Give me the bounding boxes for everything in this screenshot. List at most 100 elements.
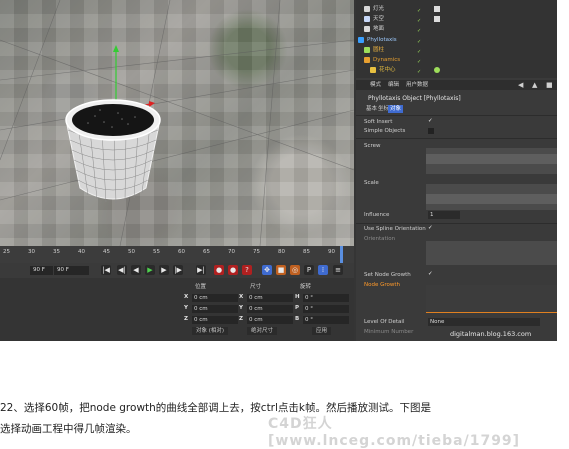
dynamics-icon (364, 56, 370, 63)
timeline-ruler[interactable]: 25 30 35 40 45 50 55 60 65 70 75 80 85 9… (0, 246, 354, 263)
step-back-icon[interactable]: ◀ (131, 265, 141, 275)
tag-icon[interactable] (434, 16, 440, 22)
end-frame-field[interactable]: 90 F (54, 266, 89, 275)
material-tag-icon[interactable] (434, 67, 440, 73)
axis-label: P (295, 305, 300, 311)
use-spline-orientation-checkbox[interactable]: ✓ (428, 225, 433, 231)
rotation-key-icon[interactable]: ◎ (290, 265, 300, 275)
scale-spline-graph[interactable] (426, 184, 557, 210)
object-mode-dropdown[interactable]: 对象 (相对) (192, 327, 229, 335)
tick-label: 40 (78, 249, 85, 255)
rotation-h-field[interactable]: 0 ° (303, 294, 349, 302)
go-to-end-icon[interactable]: ▶| (196, 265, 206, 275)
axis-label: Z (239, 316, 243, 322)
soft-insert-checkbox[interactable]: ✓ (428, 118, 433, 124)
position-header: 位置 (195, 284, 207, 290)
tick-label: 65 (203, 249, 210, 255)
prev-key-icon[interactable]: ◀| (117, 265, 127, 275)
menu-user-data[interactable]: 用户数据 (406, 81, 428, 89)
simple-objects-checkbox[interactable] (428, 128, 434, 134)
rotation-p-field[interactable]: 0 ° (303, 305, 349, 313)
object-row-floor[interactable]: 地面 ✓ (364, 24, 421, 35)
lock-icon[interactable]: ■ (546, 81, 553, 89)
scale-label: Scale (364, 180, 379, 186)
autokey-icon[interactable]: ● (228, 265, 238, 275)
size-z-field[interactable]: 0 cm (247, 316, 293, 324)
simple-objects-label: Simple Objects (364, 128, 406, 134)
tick-label: 85 (303, 249, 310, 255)
scale-key-icon[interactable]: ■ (276, 265, 286, 275)
divider (356, 223, 557, 224)
go-to-start-icon[interactable]: |◀ (101, 265, 111, 275)
tick-label: 50 (128, 249, 135, 255)
axis-label: Z (184, 316, 188, 322)
level-of-detail-label: Level Of Detail (364, 319, 405, 325)
cylinder-icon (364, 46, 370, 53)
influence-label: Influence (364, 212, 390, 218)
flower-icon (370, 66, 376, 73)
object-label: 地面 (373, 26, 385, 32)
set-node-growth-checkbox[interactable]: ✓ (428, 271, 433, 277)
position-key-icon[interactable]: ✥ (262, 265, 272, 275)
screw-spline-graph[interactable] (426, 148, 557, 174)
playhead[interactable] (340, 246, 343, 263)
cinema4d-screenshot: 灯光 ✓ 天空 ✓ 地面 ✓ Phyllotaxis ✓ 圆柱 ✓ Dynami… (0, 0, 557, 341)
keyframe-selection-icon[interactable]: ? (242, 265, 252, 275)
viewport-grid (0, 0, 354, 246)
sky-icon (364, 15, 370, 22)
divider (356, 115, 557, 116)
axis-label: B (295, 316, 300, 322)
position-z-field[interactable]: 0 cm (192, 316, 238, 324)
point-level-icon[interactable]: ⁞ (318, 265, 328, 275)
record-icon[interactable]: ● (214, 265, 224, 275)
visibility-check-icon[interactable]: ✓ (417, 67, 421, 78)
position-x-field[interactable]: 0 cm (192, 294, 238, 302)
tick-label: 90 (328, 249, 335, 255)
size-y-field[interactable]: 0 cm (247, 305, 293, 313)
orientation-spline-graph[interactable] (426, 241, 557, 265)
tick-label: 55 (153, 249, 160, 255)
orientation-label: Orientation (364, 236, 396, 242)
position-y-field[interactable]: 0 cm (192, 305, 238, 313)
tick-label: 35 (53, 249, 60, 255)
rotation-b-field[interactable]: 0 ° (303, 316, 349, 324)
floor-icon (364, 25, 370, 32)
axis-label: Y (184, 305, 188, 311)
menu-mode[interactable]: 模式 (370, 81, 381, 89)
back-arrow-icon[interactable]: ◀ (518, 81, 523, 89)
attribute-manager: 模式 编辑 用户数据 ◀ ▲ ■ Phyllotaxis Object [Phy… (356, 78, 557, 341)
menu-edit[interactable]: 编辑 (388, 81, 399, 89)
object-row-flower-center[interactable]: 花中心 ✓ (370, 65, 440, 76)
object-manager: 灯光 ✓ 天空 ✓ 地面 ✓ Phyllotaxis ✓ 圆柱 ✓ Dynami… (356, 0, 557, 78)
node-growth-spline-graph[interactable] (426, 285, 557, 313)
size-mode-dropdown[interactable]: 绝对尺寸 (247, 327, 278, 335)
tick-label: 75 (253, 249, 260, 255)
tick-label: 45 (103, 249, 110, 255)
axis-label: X (184, 294, 189, 300)
play-icon[interactable]: ▶ (145, 265, 155, 275)
set-node-growth-label: Set Node Growth (364, 272, 411, 278)
influence-field[interactable]: 1 (428, 211, 460, 219)
3d-viewport[interactable] (0, 0, 354, 246)
soft-insert-label: Soft Insert (364, 119, 393, 125)
apply-button[interactable]: 应用 (312, 327, 332, 335)
phyllotaxis-icon (358, 36, 364, 43)
visibility-check-icon[interactable]: ✓ (417, 26, 421, 37)
parameter-key-icon[interactable]: P (304, 265, 314, 275)
playback-bar: 90 F 90 F |◀ ◀| ◀ ▶ ▶ |▶ ▶| ● ● ? ✥ ■ ◎ … (0, 263, 354, 278)
viewport-scene (0, 0, 354, 246)
up-arrow-icon[interactable]: ▲ (532, 81, 537, 89)
size-header: 尺寸 (250, 284, 262, 290)
current-frame-field[interactable]: 90 F (30, 266, 53, 275)
tab-object[interactable]: 对象 (388, 105, 404, 113)
step-forward-icon[interactable]: ▶ (159, 265, 169, 275)
axis-label: X (239, 294, 244, 300)
tick-label: 25 (3, 249, 10, 255)
axis-label: Y (239, 305, 243, 311)
next-key-icon[interactable]: |▶ (173, 265, 183, 275)
level-of-detail-dropdown[interactable]: None (428, 318, 540, 326)
size-x-field[interactable]: 0 cm (247, 294, 293, 302)
tag-icon[interactable] (434, 6, 440, 12)
timeline-icon[interactable]: ≡ (333, 265, 343, 275)
pot-object (65, 99, 161, 204)
